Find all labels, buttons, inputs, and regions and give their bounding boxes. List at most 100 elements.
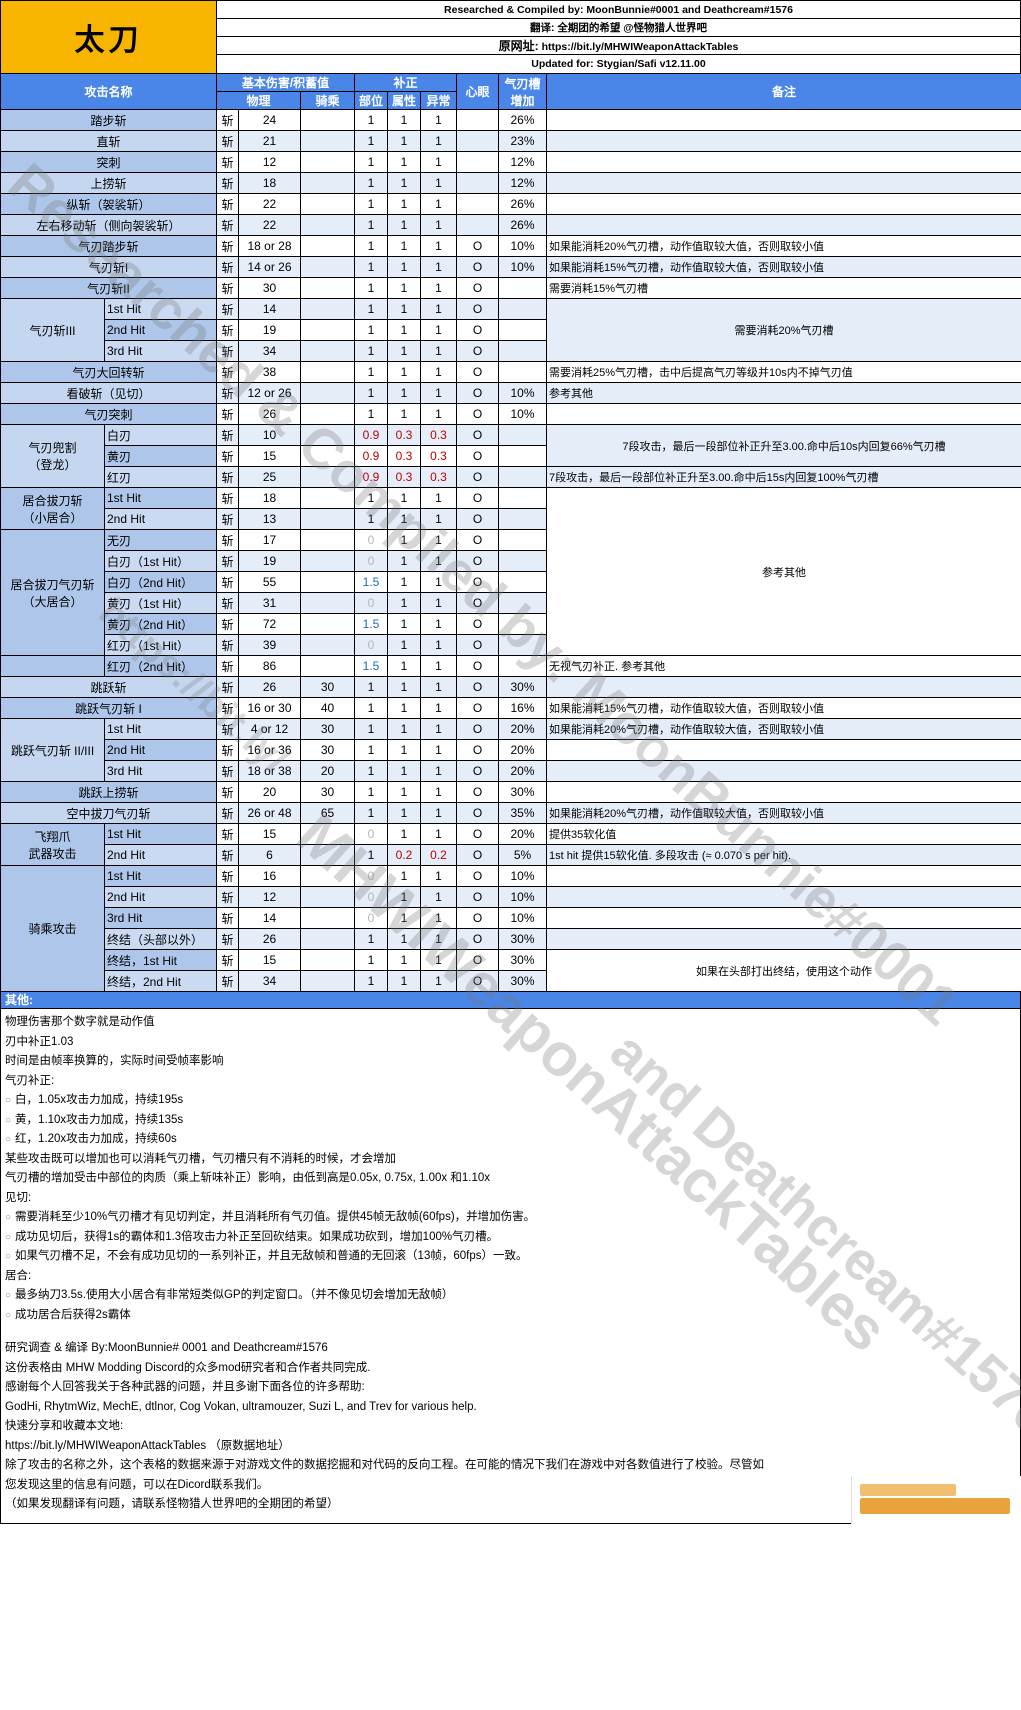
gauge-gain-cell — [498, 634, 548, 656]
table-row: 左右移动斩（侧向袈裟斩）斩 22 1 1 1 26% — [0, 214, 1021, 236]
mind-eye-cell: O — [456, 844, 500, 866]
attack-type-cell: 斩 — [216, 823, 240, 845]
part-correction-cell: 0 — [354, 529, 389, 551]
attack-subname-cell: 3rd Hit — [103, 907, 218, 929]
attack-type-cell: 斩 — [216, 508, 240, 530]
gauge-gain-cell — [498, 592, 548, 614]
note-line: 见切: — [5, 1191, 32, 1204]
note-cell: 如果能消耗20%气刃槽，动作值取较大值，否则取较小值 — [546, 802, 1021, 824]
gauge-gain-cell: 26% — [498, 193, 548, 215]
element-correction-cell: 1 — [387, 949, 422, 971]
part-correction-cell: 1 — [354, 340, 389, 362]
note-cell — [546, 151, 1021, 173]
physical-value-cell: 38 — [238, 361, 302, 383]
mount-value-cell: 30 — [300, 781, 356, 803]
mind-eye-cell: O — [456, 277, 500, 299]
physical-value-cell: 14 or 26 — [238, 256, 302, 278]
physical-value-cell: 19 — [238, 550, 302, 572]
element-correction-cell: 0.3 — [387, 424, 422, 446]
attack-subname-cell: 红刃（1st Hit） — [103, 634, 218, 656]
mount-value-cell — [300, 130, 356, 152]
attack-name-cell: 跳跃斩 — [0, 676, 218, 698]
credit-line: Researched & Compiled by: MoonBunnie#000… — [217, 1, 1020, 19]
attack-subname-cell: 2nd Hit — [103, 508, 218, 530]
attack-type-cell: 斩 — [216, 571, 240, 593]
note-cell: 如果在头部打出终结，使用这个动作 — [546, 949, 1021, 992]
attack-subname-cell: 1st Hit — [103, 823, 218, 845]
mind-eye-cell: O — [456, 403, 500, 425]
note-cell: 如果能消耗15%气刃槽，动作值取较大值，否则取较小值 — [546, 256, 1021, 278]
attack-subname-cell: 红刃（2nd Hit） — [103, 655, 218, 677]
mount-value-cell — [300, 256, 356, 278]
attack-type-cell: 斩 — [216, 109, 240, 131]
physical-value-cell: 16 or 36 — [238, 739, 302, 761]
table-row: 跳跃气刃斩 I 斩 16 or 30 40 1 1 1 O 16% 如果能消耗15%气刃槽，动作值… — [0, 697, 1021, 719]
gauge-gain-cell: 10% — [498, 865, 548, 887]
attack-type-cell: 斩 — [216, 361, 240, 383]
note-cell: 参考其他 — [546, 487, 1021, 656]
weapon-title: 太刀 — [1, 1, 217, 73]
mind-eye-cell: O — [456, 319, 500, 341]
attack-name-cell: 气刃斩II — [0, 277, 218, 299]
abnormal-correction-cell: 1 — [420, 382, 458, 404]
attack-subname-cell: 2nd Hit — [103, 739, 218, 761]
attack-subname-cell: 黄刃 — [103, 445, 218, 467]
gauge-gain-cell: 26% — [498, 214, 548, 236]
mount-value-cell — [300, 445, 356, 467]
attack-type-cell: 斩 — [216, 907, 240, 929]
mind-eye-cell: O — [456, 550, 500, 572]
abnormal-correction-cell: 1 — [420, 130, 458, 152]
part-correction-cell: 1 — [354, 760, 389, 782]
mount-value-cell — [300, 865, 356, 887]
mind-eye-cell: O — [456, 634, 500, 656]
gauge-gain-cell: 35% — [498, 802, 548, 824]
part-correction-cell: 1 — [354, 235, 389, 257]
note-line: 这份表格由 MHW Modding Discord的众多mod研究者和合作者共同… — [5, 1361, 371, 1374]
gauge-gain-cell: 10% — [498, 886, 548, 908]
mind-eye-cell: O — [456, 907, 500, 929]
mind-eye-cell: O — [456, 718, 500, 740]
abnormal-correction-cell: 0.3 — [420, 466, 458, 488]
physical-value-cell: 19 — [238, 319, 302, 341]
physical-value-cell: 21 — [238, 130, 302, 152]
attack-type-cell: 斩 — [216, 802, 240, 824]
table-row: 气刃踏步斩斩 18 or 28 1 1 1 O 10% 如果能消耗20%气刃槽，动作值取较大值… — [0, 235, 1021, 257]
note-cell: 参考其他 — [546, 382, 1021, 404]
gauge-gain-cell: 12% — [498, 172, 548, 194]
note-cell: 7段攻击，最后一段部位补正升至3.00.命中后15s内回复100%气刃槽 — [546, 466, 1021, 488]
part-correction-cell: 1 — [354, 151, 389, 173]
abnormal-correction-cell: 1 — [420, 508, 458, 530]
note-cell — [546, 928, 1021, 950]
part-correction-cell: 1 — [354, 697, 389, 719]
mind-eye-cell: O — [456, 928, 500, 950]
mind-eye-cell: O — [456, 529, 500, 551]
attack-name-cell: 上捞斩 — [0, 172, 218, 194]
mount-value-cell — [300, 235, 356, 257]
element-correction-cell: 1 — [387, 718, 422, 740]
note-cell — [546, 676, 1021, 698]
note-cell — [546, 739, 1021, 761]
gauge-gain-cell: 16% — [498, 697, 548, 719]
gauge-gain-cell — [498, 277, 548, 299]
part-correction-cell: 0.9 — [354, 445, 389, 467]
element-correction-cell: 0.3 — [387, 445, 422, 467]
note-line: 快速分享和收藏本文地: — [5, 1420, 124, 1432]
mount-value-cell — [300, 970, 356, 992]
table-row: 气刃斩II 斩 30 1 1 1 O 需要消耗15%气刃槽 — [0, 277, 1021, 299]
attack-type-cell: 斩 — [216, 424, 240, 446]
attack-type-cell: 斩 — [216, 592, 240, 614]
mind-eye-cell: O — [456, 655, 500, 677]
attack-name-cell: 居合拔刀气刃斩 （大居合） — [0, 529, 105, 656]
table-row: 终结（头部以外）斩 26 1 1 1 O 30% — [1, 928, 1021, 950]
attack-type-cell: 斩 — [216, 214, 240, 236]
col-gauge-gain: 气刃槽 增加 — [498, 73, 548, 110]
abnormal-correction-cell: 1 — [420, 172, 458, 194]
note-line: 物理伤害那个数字就是动作值 — [5, 1016, 155, 1028]
mount-value-cell — [300, 550, 356, 572]
source-url[interactable]: https://bit.ly/MHWIWeaponAttackTables — [542, 41, 739, 53]
mind-eye-cell: O — [456, 760, 500, 782]
gauge-gain-cell — [498, 550, 548, 572]
mount-value-cell — [300, 109, 356, 131]
attack-type-cell: 斩 — [216, 382, 240, 404]
attack-subname-cell: 1st Hit — [103, 487, 218, 509]
